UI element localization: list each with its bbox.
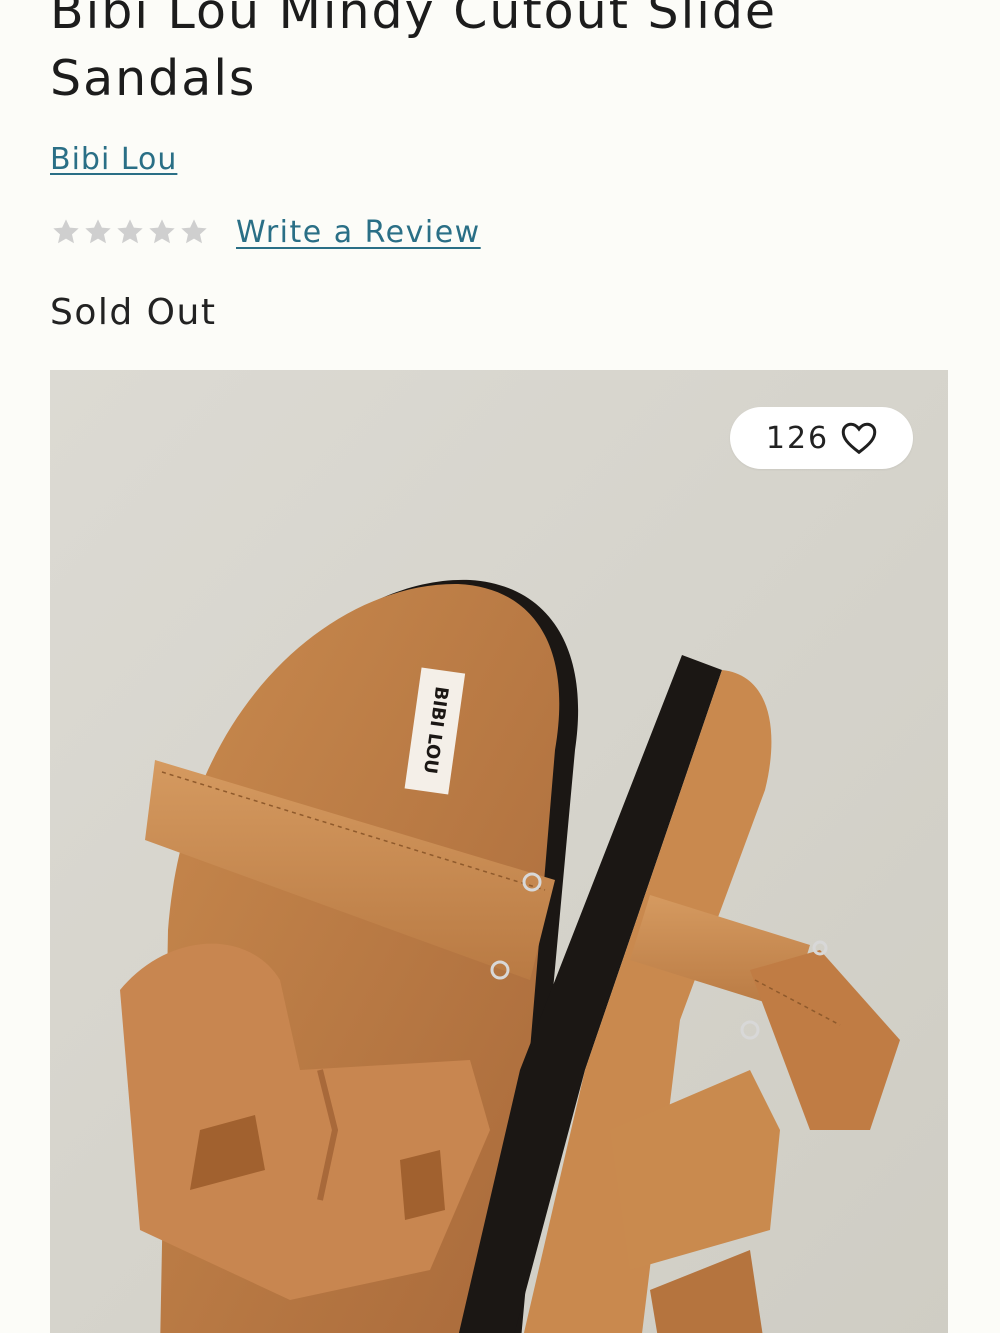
product-page: Bibi Lou Mindy Cutout Slide Sandals Bibi… xyxy=(0,0,1000,1333)
product-title: Bibi Lou Mindy Cutout Slide Sandals xyxy=(50,0,778,107)
heart-outline-icon xyxy=(841,422,877,455)
star-icon xyxy=(117,219,143,244)
brand-link[interactable]: Bibi Lou xyxy=(50,140,177,180)
rating-row: Write a Review xyxy=(50,210,481,254)
like-button[interactable]: 126 xyxy=(730,407,913,469)
like-count: 126 xyxy=(765,420,830,456)
stock-status: Sold Out xyxy=(50,292,217,333)
write-review-link[interactable]: Write a Review xyxy=(236,215,481,250)
product-image[interactable]: BIBI LOU xyxy=(50,370,948,1333)
star-icon xyxy=(149,219,175,244)
star-rating xyxy=(50,216,210,248)
star-icon xyxy=(85,219,111,244)
star-icon xyxy=(53,219,79,244)
star-icon xyxy=(181,219,207,244)
